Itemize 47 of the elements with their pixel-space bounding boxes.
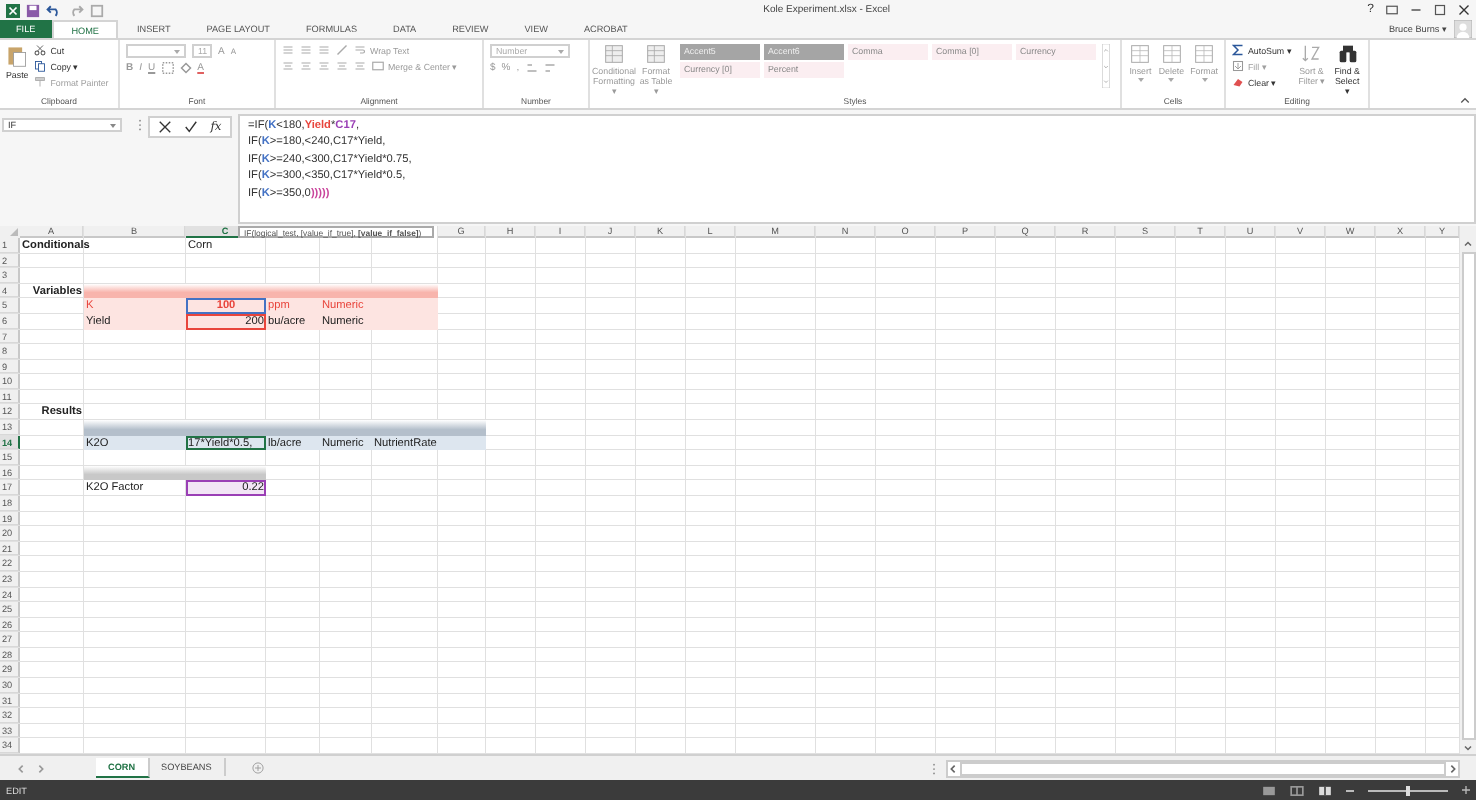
caret-icon [1137, 78, 1144, 82]
caret-icon [1201, 78, 1208, 82]
next-sheet-icon[interactable] [36, 763, 46, 773]
caret-icon [174, 49, 180, 53]
touch-mode-icon[interactable] [90, 3, 104, 17]
horizontal-scrollbar[interactable] [946, 759, 1460, 777]
page-layout-view-icon[interactable] [1290, 785, 1304, 795]
redo-icon[interactable] [68, 3, 84, 17]
collapse-ribbon-icon[interactable] [1460, 96, 1470, 104]
sigma-icon [1232, 44, 1244, 56]
table-grid-icon [646, 44, 666, 64]
scroll-right-icon[interactable] [1448, 763, 1458, 773]
vertical-scrollbar[interactable] [1460, 226, 1476, 754]
select-all-icon[interactable] [0, 226, 20, 238]
minimize-icon[interactable] [1410, 4, 1422, 16]
fill-down-icon [1232, 60, 1244, 72]
undo-icon[interactable] [46, 3, 62, 17]
close-icon[interactable] [1458, 4, 1470, 16]
caret-icon [110, 123, 116, 127]
ribbon-display-icon[interactable] [1386, 4, 1398, 16]
sort-icon [1301, 44, 1322, 64]
clipboard-icon [6, 44, 29, 68]
cancel-icon[interactable] [158, 120, 173, 134]
table-grid-icon [1194, 44, 1215, 64]
scissors-icon [34, 44, 47, 56]
page-break-view-icon[interactable] [1318, 785, 1332, 795]
table-grid-icon [1130, 44, 1151, 64]
wrap-text-icon [354, 44, 366, 56]
table-grid-icon [1161, 44, 1182, 64]
caret-icon [558, 49, 564, 53]
eraser-icon [1232, 76, 1244, 88]
copy-icon [34, 60, 47, 72]
save-icon[interactable] [26, 3, 40, 17]
previous-sheet-icon[interactable] [16, 763, 26, 773]
merge-cells-icon [372, 60, 384, 72]
paintbrush-icon [34, 76, 47, 88]
scroll-left-icon[interactable] [948, 763, 958, 773]
binoculars-icon [1337, 44, 1358, 64]
new-sheet-icon[interactable] [251, 762, 264, 774]
table-grid-icon [604, 44, 624, 64]
scroll-down-icon[interactable] [1462, 742, 1474, 754]
caret-icon [1168, 78, 1175, 82]
zoom-in-icon[interactable] [1462, 786, 1470, 794]
scroll-up-icon[interactable] [1462, 238, 1474, 250]
maximize-icon[interactable] [1434, 4, 1446, 16]
normal-view-icon[interactable] [1262, 785, 1276, 795]
enter-checkmark-icon[interactable] [184, 120, 199, 134]
